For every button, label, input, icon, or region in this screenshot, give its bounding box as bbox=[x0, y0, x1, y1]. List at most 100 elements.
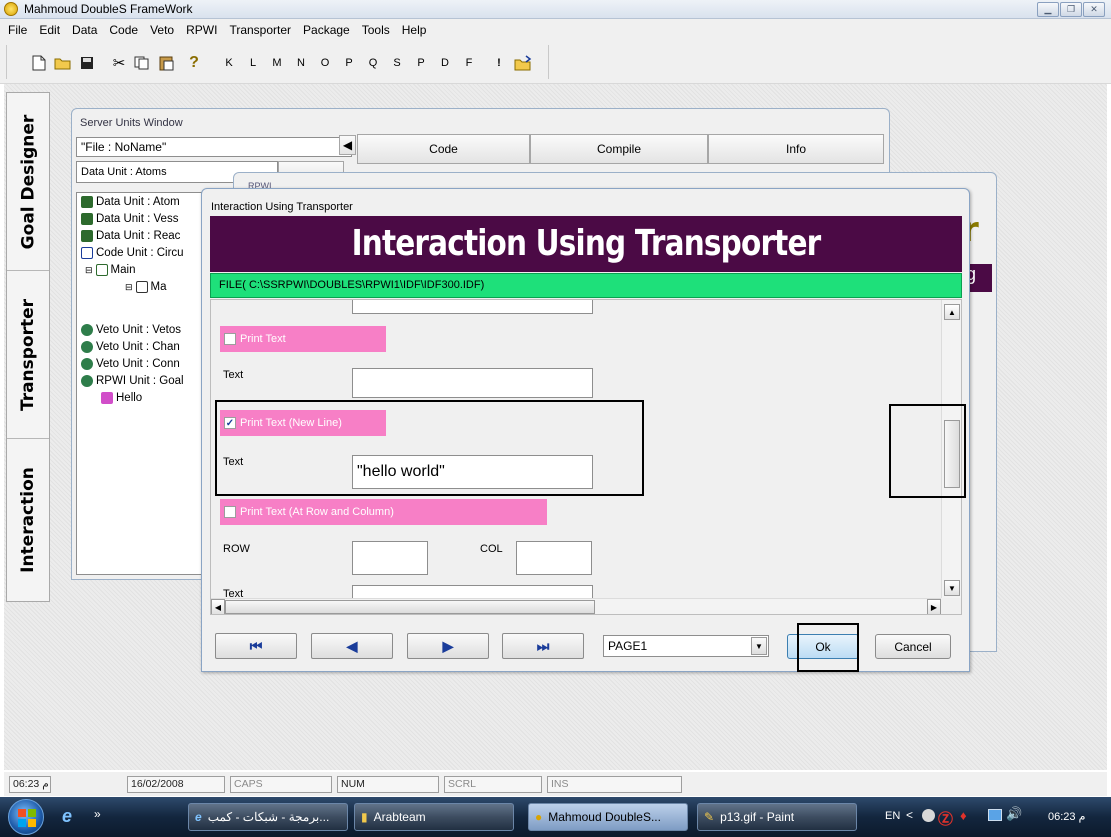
cut-icon[interactable]: ✂ bbox=[110, 52, 128, 74]
tree-item[interactable]: Veto Unit : Conn bbox=[81, 357, 180, 371]
scroll-up-icon[interactable]: ▲ bbox=[944, 304, 960, 320]
menu-tools[interactable]: Tools bbox=[356, 23, 396, 37]
print-text-option[interactable]: Print Text bbox=[220, 326, 386, 352]
print-text-label: Print Text bbox=[240, 333, 286, 345]
network-icon[interactable] bbox=[988, 809, 1002, 821]
next-page-icon: ▶ bbox=[442, 637, 454, 654]
tray-icon-3[interactable]: ♦ bbox=[960, 808, 967, 823]
toolbar-btn-f[interactable]: F bbox=[462, 52, 476, 74]
tray-icon-1[interactable] bbox=[922, 809, 935, 822]
col-input[interactable] bbox=[516, 541, 592, 575]
tab-info[interactable]: Info bbox=[708, 134, 884, 164]
menu-file[interactable]: File bbox=[2, 23, 33, 37]
menu-transporter[interactable]: Transporter bbox=[223, 23, 297, 37]
tree-item[interactable]: RPWI Unit : Goal bbox=[81, 374, 184, 388]
tray-expand-icon[interactable]: < bbox=[906, 808, 913, 822]
menu-data[interactable]: Data bbox=[66, 23, 103, 37]
print-text-rowcol-label: Print Text (At Row and Column) bbox=[240, 506, 394, 518]
print-text-rowcol-checkbox[interactable] bbox=[224, 506, 236, 518]
cancel-button[interactable]: Cancel bbox=[875, 634, 951, 659]
tree-item[interactable]: Hello bbox=[101, 391, 142, 405]
page-select[interactable]: PAGE1 ▼ bbox=[603, 635, 769, 657]
toolbar-btn-d[interactable]: D bbox=[438, 52, 452, 74]
taskbar-item-paint[interactable]: ✎ p13.gif - Paint bbox=[697, 803, 857, 831]
open-folder-icon[interactable] bbox=[52, 52, 74, 74]
tree-item[interactable]: Veto Unit : Vetos bbox=[81, 323, 181, 337]
volume-icon[interactable]: 🔊 bbox=[1006, 806, 1022, 822]
chevron-down-icon[interactable]: ▼ bbox=[751, 637, 767, 655]
banner-title: Interaction Using Transporter bbox=[351, 223, 822, 264]
start-button[interactable] bbox=[8, 799, 44, 835]
close-button[interactable]: ✕ bbox=[1083, 2, 1105, 17]
next-page-button[interactable]: ▶ bbox=[407, 633, 489, 659]
taskbar-item-doubles[interactable]: ● Mahmoud DoubleS... bbox=[528, 803, 688, 831]
toolbar-btn-s[interactable]: S bbox=[390, 52, 404, 74]
tree-expander-icon[interactable]: ⊟ bbox=[85, 265, 93, 276]
first-page-button[interactable]: ⏮ bbox=[215, 633, 297, 659]
tab-goal-designer[interactable]: Goal Designer bbox=[7, 93, 49, 271]
minimize-button[interactable]: ▁ bbox=[1037, 2, 1059, 17]
tree-item[interactable]: Data Unit : Vess bbox=[81, 212, 178, 226]
previous-page-button[interactable]: ◀ bbox=[311, 633, 393, 659]
tree-item[interactable]: ⊟ Main bbox=[85, 263, 135, 277]
taskbar-item-browser[interactable]: e برمجة - شبكات - كمب... bbox=[188, 803, 348, 831]
tree-item-label: Code Unit : Circu bbox=[96, 247, 184, 259]
language-indicator[interactable]: EN bbox=[885, 810, 900, 822]
status-time: 06:23 م bbox=[9, 776, 51, 793]
toolbar-btn-exclaim[interactable]: ! bbox=[494, 52, 504, 74]
row-input[interactable] bbox=[352, 541, 428, 575]
last-page-icon: ⏭ bbox=[536, 637, 550, 654]
tree-item[interactable]: Data Unit : Reac bbox=[81, 229, 180, 243]
paint-icon: ✎ bbox=[704, 810, 715, 824]
copy-icon[interactable] bbox=[132, 52, 152, 74]
toolbar-btn-m[interactable]: M bbox=[270, 52, 284, 74]
tab-interaction[interactable]: Interaction bbox=[7, 439, 49, 601]
import-folder-icon[interactable] bbox=[512, 52, 534, 74]
print-text-input[interactable] bbox=[352, 368, 593, 398]
toolbar-btn-p[interactable]: P bbox=[342, 52, 356, 74]
previous-text-input[interactable] bbox=[352, 300, 593, 314]
toolbar-btn-l[interactable]: L bbox=[246, 52, 260, 74]
tab-compile[interactable]: Compile bbox=[530, 134, 708, 164]
tree-item[interactable]: ⊟ Ma bbox=[125, 280, 167, 294]
toolbar-btn-k[interactable]: K bbox=[222, 52, 236, 74]
maximize-button[interactable]: ❐ bbox=[1060, 2, 1082, 17]
tree-expander-icon[interactable]: ⊟ bbox=[125, 282, 133, 293]
help-pointer-icon[interactable]: ? bbox=[186, 52, 202, 74]
last-page-button[interactable]: ⏭ bbox=[502, 633, 584, 659]
tree-item[interactable]: Veto Unit : Chan bbox=[81, 340, 180, 354]
tab-code[interactable]: Code bbox=[357, 134, 530, 164]
h-scroll-thumb[interactable] bbox=[225, 600, 595, 614]
tree-item[interactable]: Data Unit : Atom bbox=[81, 195, 180, 209]
window-controls: ▁ ❐ ✕ bbox=[1037, 2, 1105, 17]
file-name-field[interactable]: "File : NoName" bbox=[76, 137, 352, 157]
internet-explorer-icon[interactable]: e bbox=[62, 806, 72, 827]
scroll-down-icon[interactable]: ▼ bbox=[944, 580, 960, 596]
toolbar-btn-q[interactable]: Q bbox=[366, 52, 380, 74]
print-text-rowcol-option[interactable]: Print Text (At Row and Column) bbox=[220, 499, 547, 525]
scroll-left-icon[interactable]: ◀ bbox=[211, 599, 225, 614]
toolbar-btn-o[interactable]: O bbox=[318, 52, 332, 74]
menu-package[interactable]: Package bbox=[297, 23, 356, 37]
new-file-icon[interactable] bbox=[30, 52, 48, 74]
horizontal-scrollbar[interactable]: ◀ ▶ bbox=[211, 598, 941, 614]
quicklaunch-more-icon[interactable]: » bbox=[94, 807, 101, 821]
tree-item[interactable]: Code Unit : Circu bbox=[81, 246, 184, 260]
toolbar-btn-p2[interactable]: P bbox=[414, 52, 428, 74]
tray-icon-2[interactable]: Ⓩ bbox=[938, 808, 953, 829]
app-icon-small: ● bbox=[535, 810, 543, 824]
menu-rpwi[interactable]: RPWI bbox=[180, 23, 223, 37]
menu-veto[interactable]: Veto bbox=[144, 23, 180, 37]
toolbar-btn-n[interactable]: N bbox=[294, 52, 308, 74]
collapse-left-button[interactable]: ◀ bbox=[339, 135, 356, 155]
scroll-right-icon[interactable]: ▶ bbox=[927, 599, 941, 614]
print-text-checkbox[interactable] bbox=[224, 333, 236, 345]
menu-edit[interactable]: Edit bbox=[33, 23, 66, 37]
taskbar-item-arabteam[interactable]: ▮ Arabteam bbox=[354, 803, 514, 831]
menu-code[interactable]: Code bbox=[103, 23, 144, 37]
save-icon[interactable] bbox=[78, 52, 96, 74]
menu-help[interactable]: Help bbox=[396, 23, 433, 37]
tab-transporter[interactable]: Transporter bbox=[7, 271, 49, 439]
taskbar-item-label: Arabteam bbox=[373, 810, 426, 824]
paste-icon[interactable] bbox=[156, 52, 176, 74]
